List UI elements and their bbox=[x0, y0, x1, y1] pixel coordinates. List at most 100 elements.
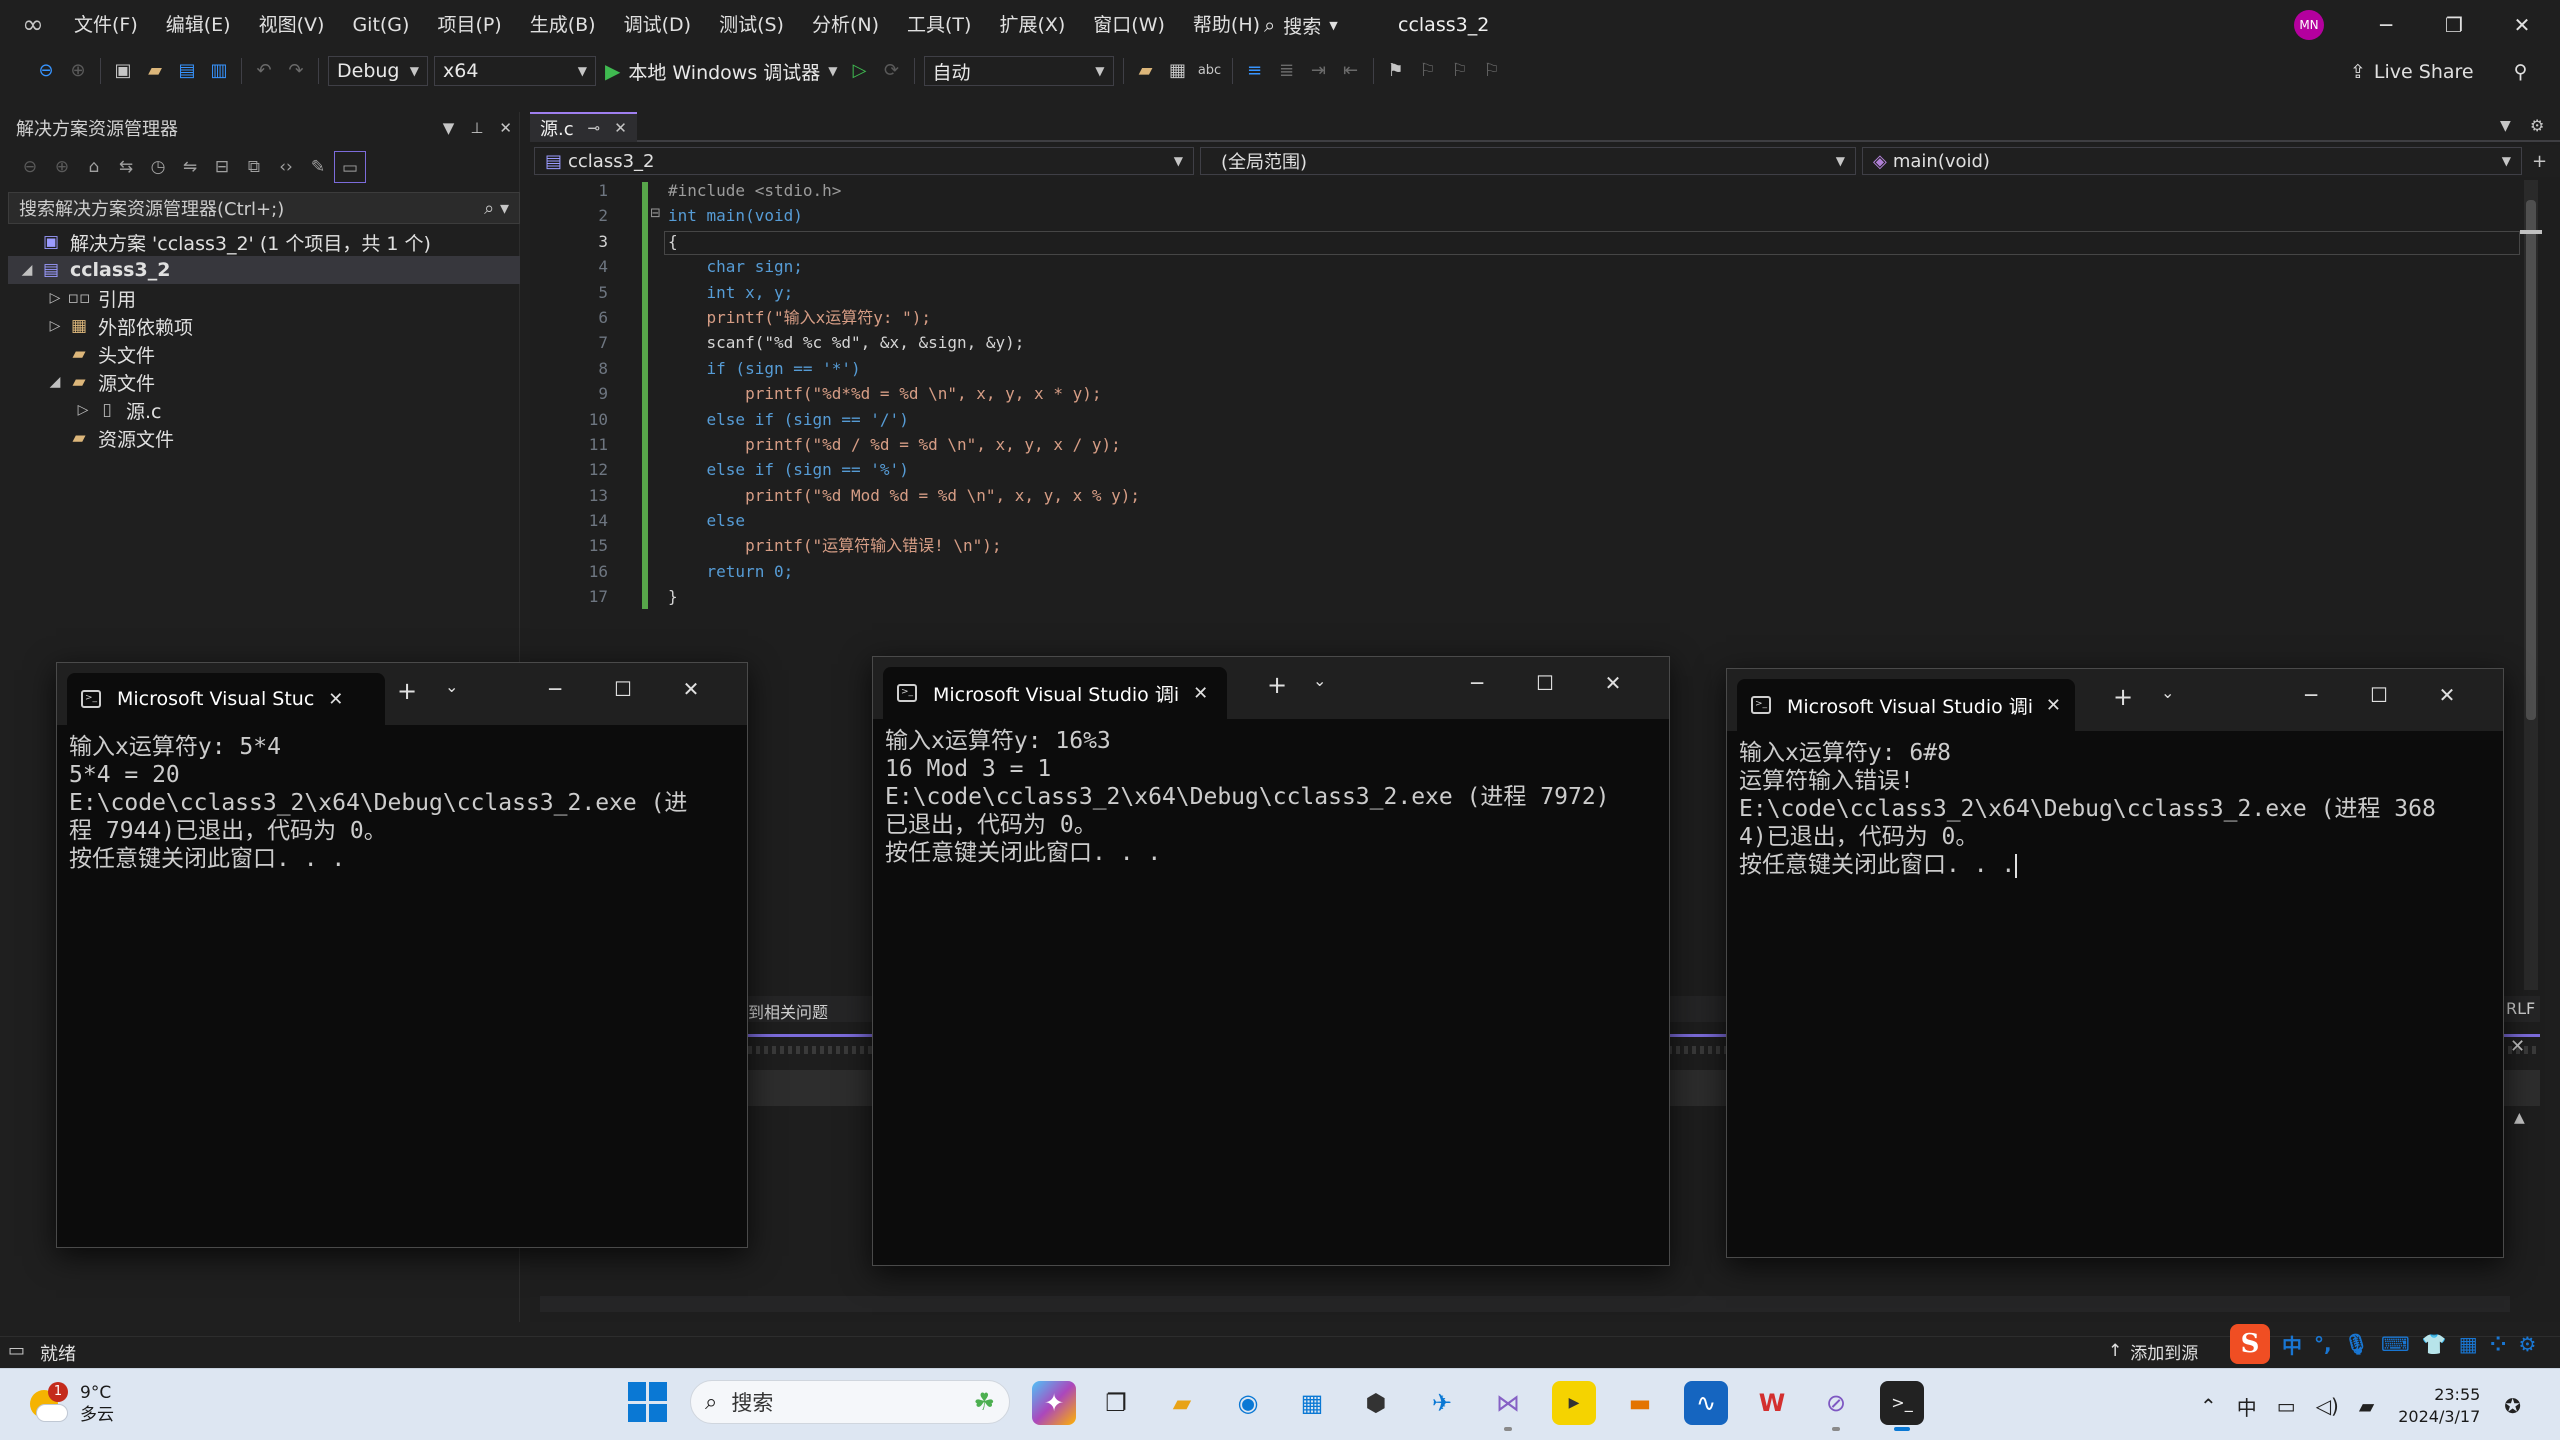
menu-build[interactable]: 生成(B) bbox=[516, 0, 610, 50]
tab-overflow-icon[interactable]: ▼ bbox=[2500, 118, 2511, 134]
hot-reload-icon[interactable]: ⟳ bbox=[876, 55, 908, 87]
chevron-down-icon[interactable]: ⌄ bbox=[445, 677, 458, 696]
close-button[interactable]: ✕ bbox=[2492, 4, 2552, 46]
ime-settings-icon[interactable]: ⚙ bbox=[2518, 1332, 2536, 1356]
close-icon[interactable]: ✕ bbox=[614, 119, 627, 137]
taskbar-slides-icon[interactable]: ▬ bbox=[1618, 1381, 1662, 1425]
maximize-icon[interactable]: ☐ bbox=[603, 677, 643, 701]
sogou-ime-icon[interactable]: S bbox=[2230, 1324, 2270, 1364]
menu-file[interactable]: 文件(F) bbox=[60, 0, 152, 50]
switch-views-icon[interactable]: ⇆ bbox=[110, 151, 142, 183]
menu-edit[interactable]: 编辑(E) bbox=[152, 0, 245, 50]
minimize-icon[interactable]: ─ bbox=[1457, 671, 1497, 695]
console-window-3[interactable]: >_ Microsoft Visual Studio 调i ✕ + ⌄ ─ ☐ … bbox=[1726, 668, 2504, 1258]
console-window-1[interactable]: >_ Microsoft Visual Stuc ✕ + ⌄ ─ ☐ ✕ 输入x… bbox=[56, 662, 748, 1248]
settings-gear-icon[interactable]: ⚙ bbox=[2530, 116, 2544, 135]
save-icon[interactable]: ▤ bbox=[171, 55, 203, 87]
menu-extensions[interactable]: 扩展(X) bbox=[985, 0, 1079, 50]
output-panel-text[interactable]: 到相关问题 bbox=[748, 999, 828, 1023]
indent-icon[interactable]: ⇥ bbox=[1303, 55, 1335, 87]
bookmark-icon[interactable]: ⚑ bbox=[1380, 55, 1412, 87]
volume-icon[interactable]: ◁) bbox=[2316, 1394, 2339, 1418]
tree-item-source-c[interactable]: ▷ ▯ 源.c bbox=[8, 396, 520, 424]
tree-item-source-files[interactable]: ◢ ▰ 源文件 bbox=[8, 368, 520, 396]
taskbar-store-icon[interactable]: ▦ bbox=[1290, 1381, 1334, 1425]
skin-icon[interactable]: 👕 bbox=[2422, 1332, 2447, 1356]
layout-icon[interactable]: ▦ bbox=[1162, 55, 1194, 87]
uncomment-icon[interactable]: ≣ bbox=[1271, 55, 1303, 87]
console-output[interactable]: 输入x运算符y: 5*4 5*4 = 20 E:\code\cclass3_2\x6… bbox=[69, 733, 687, 873]
weather-widget[interactable]: 1 9°C 多云 bbox=[26, 1376, 114, 1432]
taskbar-edge-icon[interactable]: ◉ bbox=[1226, 1381, 1270, 1425]
menu-analyze[interactable]: 分析(N) bbox=[798, 0, 893, 50]
new-project-icon[interactable]: ▣ bbox=[107, 55, 139, 87]
show-all-files-icon[interactable]: ⧉ bbox=[238, 151, 270, 183]
visual-studio-logo-icon[interactable]: ∞ bbox=[14, 10, 52, 40]
add-to-source-control[interactable]: ↑ 添加到源 bbox=[2108, 1338, 2198, 1364]
tree-item-references[interactable]: ▷ ▫▫ 引用 bbox=[8, 284, 520, 312]
tree-item-solution[interactable]: ▣ 解决方案 'cclass3_2' (1 个项目，共 1 个) bbox=[8, 228, 520, 256]
solution-explorer-search[interactable]: 搜索解决方案资源管理器(Ctrl+;) ⌕ ▾ bbox=[8, 192, 520, 224]
menu-tools[interactable]: 工具(T) bbox=[893, 0, 985, 50]
tree-item-header-files[interactable]: ▰ 头文件 bbox=[8, 340, 520, 368]
menu-project[interactable]: 项目(P) bbox=[423, 0, 515, 50]
taskbar-app-icon[interactable]: ✈ bbox=[1420, 1381, 1464, 1425]
code-lines[interactable]: #include <stdio.h> int main(void) { char… bbox=[668, 178, 1140, 610]
close-icon[interactable]: ✕ bbox=[2510, 1036, 2525, 1057]
back-icon[interactable]: ⊖ bbox=[14, 151, 46, 183]
forward-icon[interactable]: ⊕ bbox=[46, 151, 78, 183]
taskbar-search-box[interactable]: ⌕ 搜索 ☘ bbox=[690, 1380, 1010, 1424]
console-window-2[interactable]: >_ Microsoft Visual Studio 调i ✕ + ⌄ ─ ☐ … bbox=[872, 656, 1670, 1266]
horizontal-scrollbar[interactable] bbox=[540, 1296, 2510, 1312]
apps-icon[interactable]: ⁘ bbox=[2490, 1332, 2507, 1356]
nav-scope-dropdown[interactable]: (全局范围) ▼ bbox=[1200, 147, 1856, 175]
punctuation-icon[interactable]: °, bbox=[2314, 1332, 2332, 1356]
tree-item-resource-files[interactable]: ▰ 资源文件 bbox=[8, 424, 520, 452]
collapsed-icon[interactable]: ▷ bbox=[44, 318, 66, 334]
comment-icon[interactable]: ≡ bbox=[1239, 55, 1271, 87]
taskbar-file-explorer-icon[interactable]: ▰ bbox=[1160, 1381, 1204, 1425]
new-tab-icon[interactable]: + bbox=[2113, 683, 2133, 711]
close-icon[interactable]: ✕ bbox=[328, 689, 343, 710]
spell-check-icon[interactable]: abc bbox=[1194, 55, 1226, 87]
open-folder-icon[interactable]: ▰ bbox=[139, 55, 171, 87]
menu-debug[interactable]: 调试(D) bbox=[610, 0, 705, 50]
solution-config-dropdown[interactable]: 自动 ▼ bbox=[923, 56, 1114, 86]
new-tab-icon[interactable]: + bbox=[397, 677, 417, 705]
minimize-button[interactable]: ─ bbox=[2356, 4, 2416, 46]
console-tab[interactable]: >_ Microsoft Visual Studio 调i ✕ bbox=[883, 667, 1227, 719]
console-output[interactable]: 输入x运算符y: 6#8 运算符输入错误! E:\code\cclass3_2\x6… bbox=[1739, 739, 2436, 879]
line-ending-indicator[interactable]: RLF bbox=[2506, 999, 2535, 1018]
avatar[interactable]: MN bbox=[2294, 10, 2324, 40]
configuration-dropdown[interactable]: Debug ▼ bbox=[328, 56, 428, 86]
clock[interactable]: 23:55 2024/3/17 bbox=[2398, 1384, 2480, 1428]
pin-icon[interactable]: ⊥ bbox=[470, 119, 483, 137]
menu-view[interactable]: 视图(V) bbox=[245, 0, 339, 50]
taskbar-copilot-icon[interactable]: ✦ bbox=[1032, 1381, 1076, 1425]
properties-icon[interactable]: ✎ bbox=[302, 151, 334, 183]
undo-icon[interactable]: ↶ bbox=[248, 55, 280, 87]
menu-window[interactable]: 窗口(W) bbox=[1079, 0, 1179, 50]
start-button[interactable] bbox=[628, 1382, 668, 1422]
view-code-icon[interactable]: ‹› bbox=[270, 151, 302, 183]
feedback-icon[interactable]: ⚲ bbox=[2514, 61, 2528, 83]
search-input[interactable]: 搜索解决方案资源管理器(Ctrl+;) bbox=[19, 195, 284, 221]
title-search-button[interactable]: ⌕ 搜索 ▼ bbox=[1254, 8, 1348, 42]
close-icon[interactable]: ✕ bbox=[499, 119, 512, 137]
clear-bookmarks-icon[interactable]: ⚐ bbox=[1476, 55, 1508, 87]
editor-tab-source-c[interactable]: 源.c ⊸ ✕ bbox=[530, 112, 637, 142]
console-tab[interactable]: >_ Microsoft Visual Studio 调i ✕ bbox=[1737, 679, 2075, 731]
close-icon[interactable]: ✕ bbox=[671, 677, 711, 701]
taskbar-unity-icon[interactable]: ⬢ bbox=[1354, 1381, 1398, 1425]
expanded-icon[interactable]: ◢ bbox=[44, 374, 66, 390]
close-icon[interactable]: ✕ bbox=[2046, 695, 2061, 716]
taskbar-wps-icon[interactable]: W bbox=[1750, 1381, 1794, 1425]
nav-project-dropdown[interactable]: ▤ cclass3_2 ▼ bbox=[534, 147, 1194, 175]
taskbar-vs-installer-icon[interactable]: ⊘ bbox=[1814, 1381, 1858, 1431]
tray-language-indicator[interactable]: 中 bbox=[2237, 1392, 2257, 1421]
explorer-icon[interactable]: ▰ bbox=[1130, 55, 1162, 87]
taskbar-task-view-icon[interactable]: ❐ bbox=[1094, 1381, 1138, 1425]
network-icon[interactable]: ▭ bbox=[2277, 1394, 2296, 1418]
new-tab-icon[interactable]: + bbox=[1267, 671, 1287, 699]
chevron-down-icon[interactable]: ⌄ bbox=[2161, 683, 2174, 702]
